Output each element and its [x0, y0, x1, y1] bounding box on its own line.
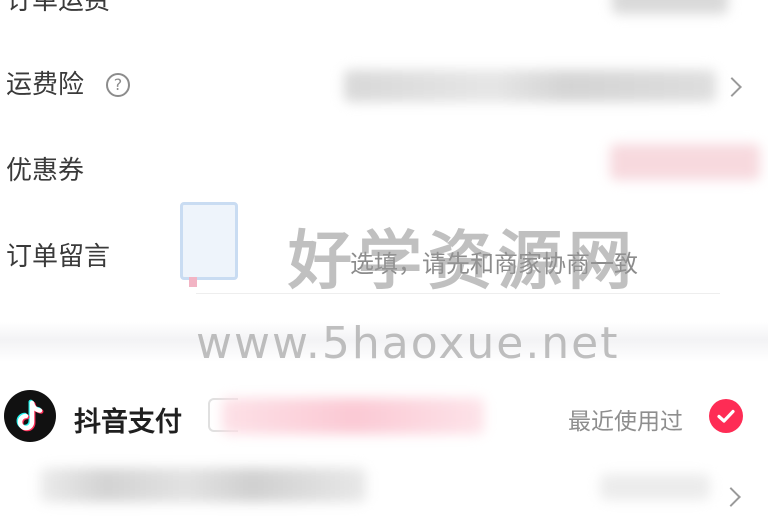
shipping-fee-value-blurred [612, 0, 728, 14]
watermark-url: www.5haoxue.net [196, 318, 620, 369]
shipping-fee-row: 订单运费 [0, 0, 768, 46]
watermark-text: 好学资源网 [288, 225, 638, 299]
coupon-row[interactable]: 优惠券 [0, 144, 768, 204]
shipping-fee-label: 订单运费 [6, 0, 111, 16]
shipping-insurance-value-blurred [344, 70, 716, 102]
question-circle-icon[interactable]: ? [106, 73, 130, 97]
chevron-right-icon[interactable] [722, 77, 742, 97]
watermark-book-icon [180, 202, 238, 287]
promo-tag-blurred [222, 398, 484, 434]
shipping-insurance-label: 运费险 [6, 70, 85, 100]
payment-sub-option-blurred [40, 468, 366, 502]
coupon-label: 优惠券 [6, 156, 85, 186]
shipping-insurance-row[interactable]: 运费险 ? [0, 58, 768, 118]
chevron-right-icon[interactable] [721, 487, 741, 507]
check-circle-icon[interactable] [709, 399, 743, 433]
recently-used-text: 最近使用过 [568, 409, 683, 435]
coupon-value-blurred [610, 144, 760, 180]
payment-sub-option-row[interactable] [0, 460, 768, 520]
payment-sub-option-value-blurred [600, 474, 710, 500]
payment-method-label: 抖音支付 [74, 407, 182, 438]
tiktok-logo-icon [4, 390, 56, 442]
order-message-label: 订单留言 [6, 242, 111, 272]
